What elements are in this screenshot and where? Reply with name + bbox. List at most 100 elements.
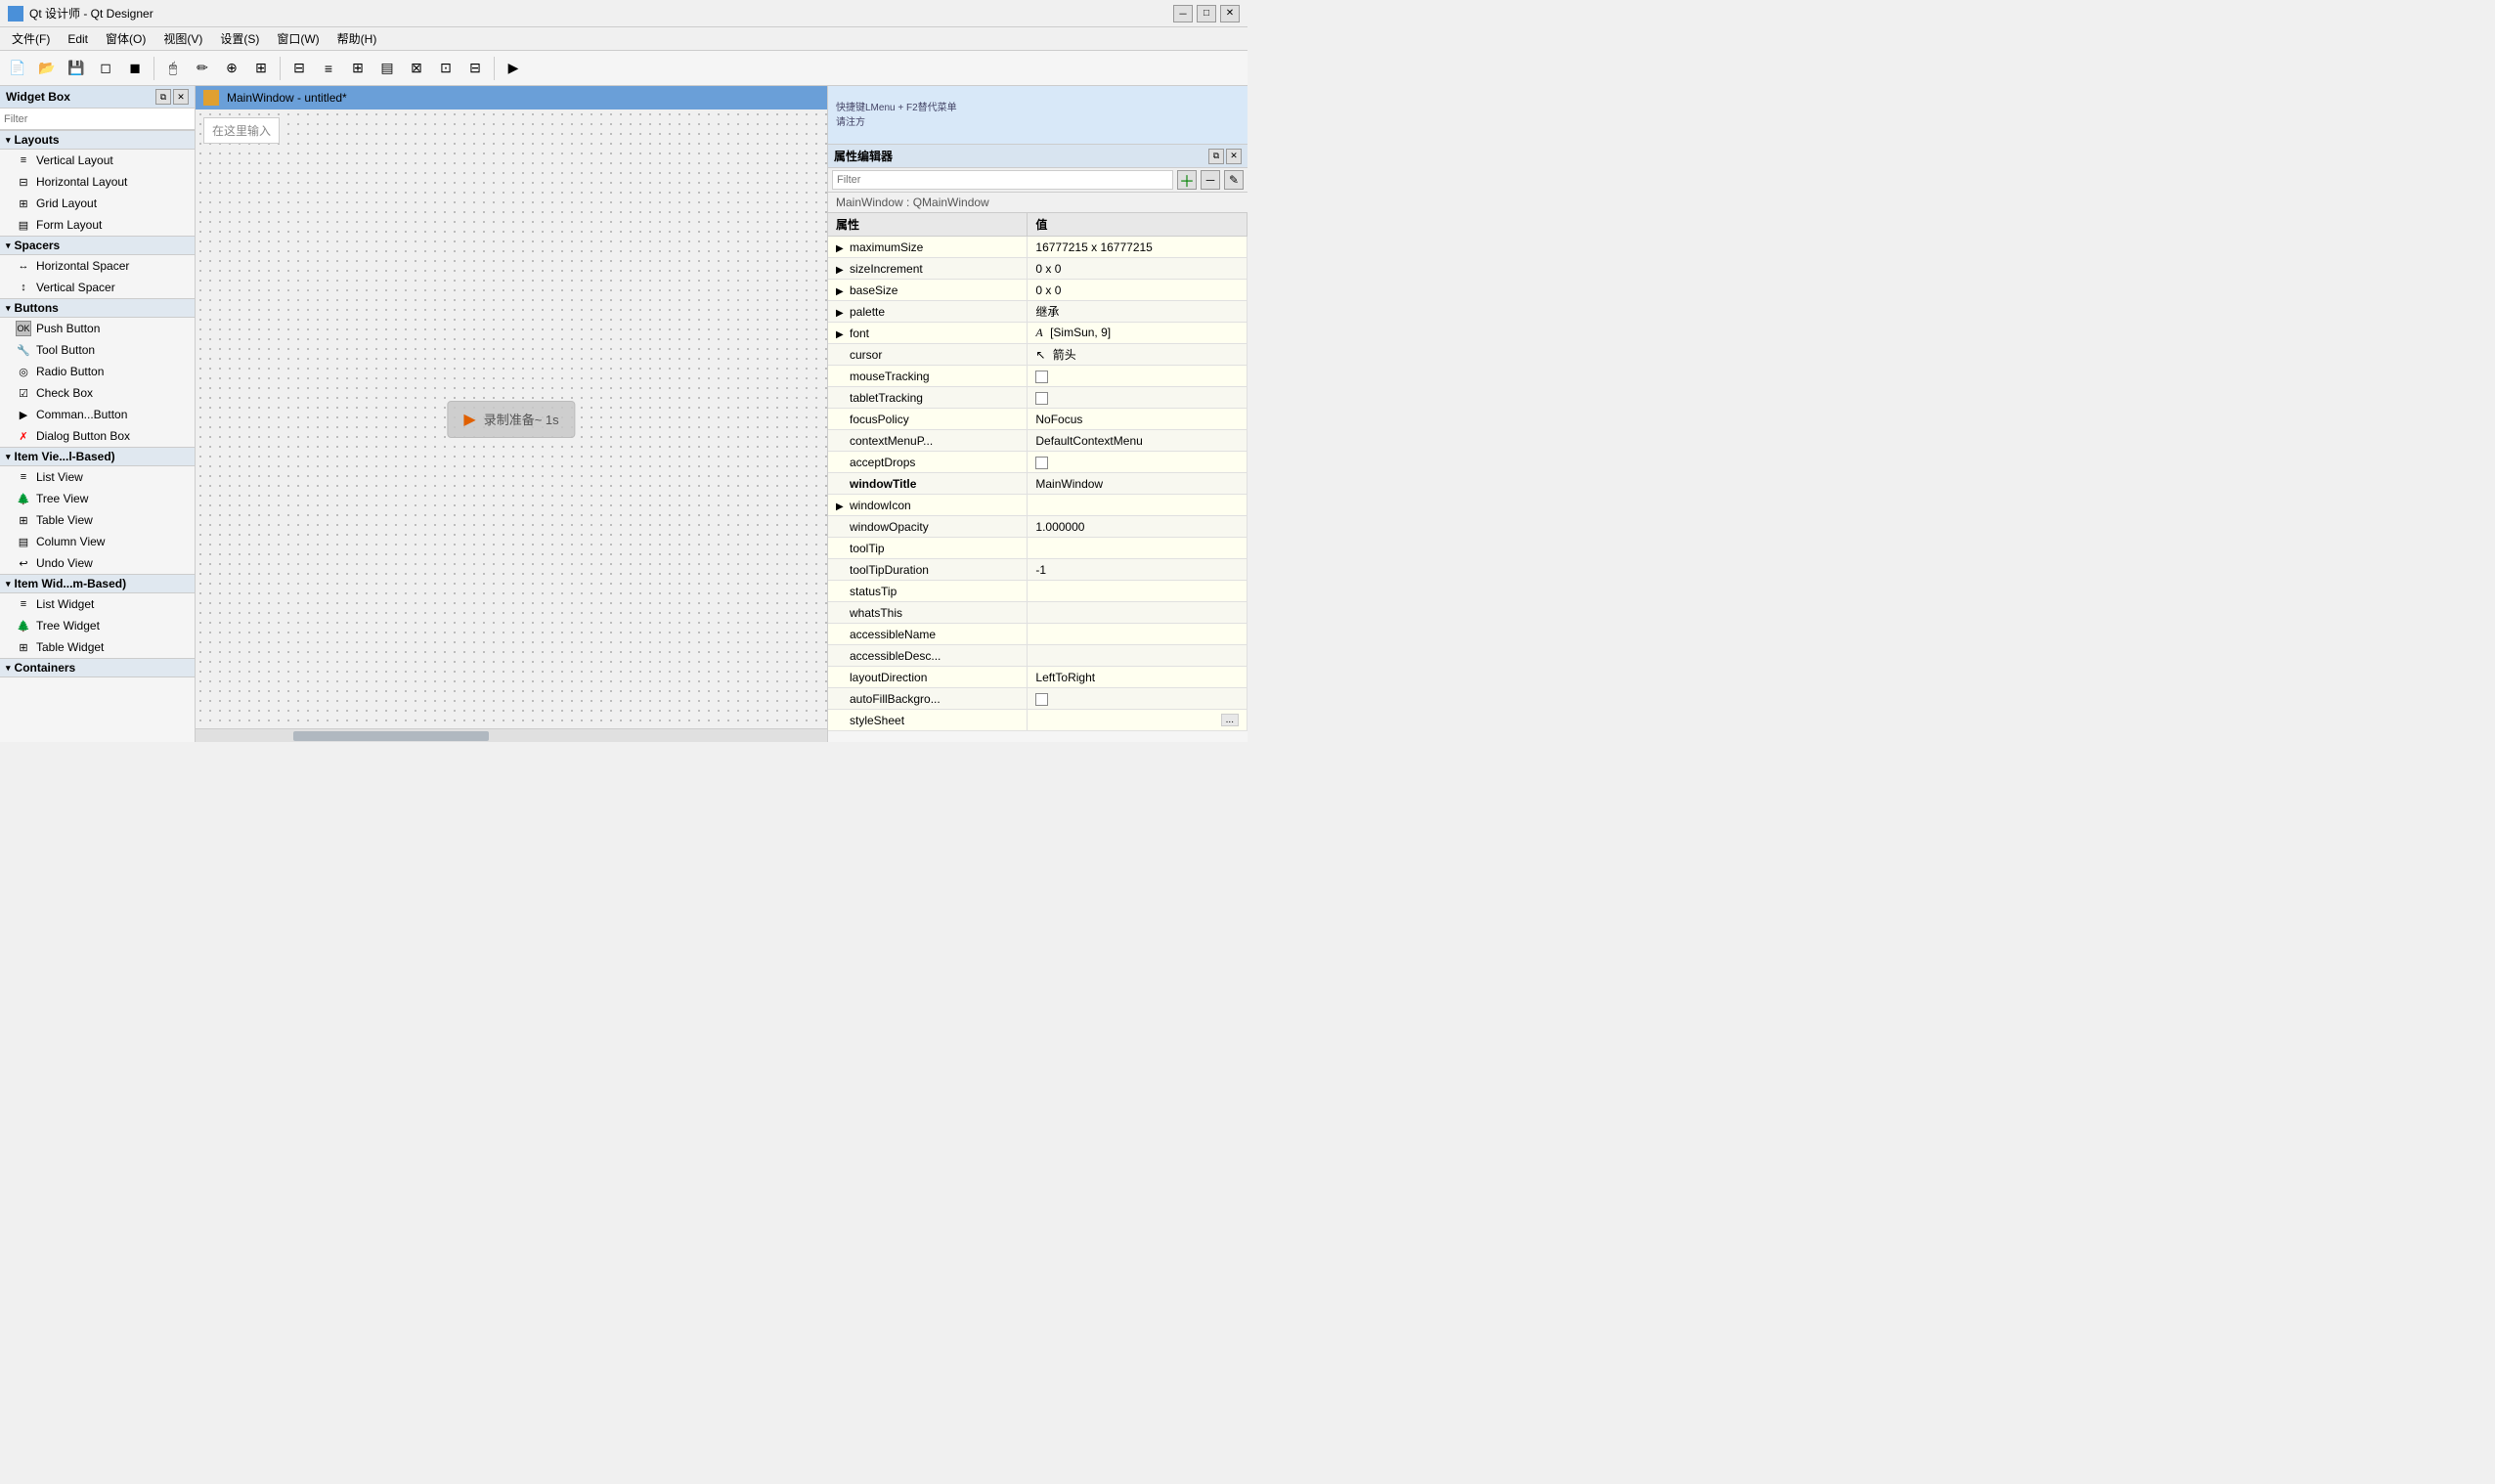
widget-tree-view[interactable]: 🌲 Tree View xyxy=(0,488,195,509)
prop-value-20[interactable]: LeftToRight xyxy=(1028,667,1248,688)
prop-value-19[interactable] xyxy=(1028,645,1248,667)
toolbar-mode2[interactable]: ✏ xyxy=(189,55,216,82)
widget-table-widget[interactable]: ⊞ Table Widget xyxy=(0,636,195,658)
prop-name-4[interactable]: ▶font xyxy=(828,323,1028,344)
prop-name-22[interactable]: styleSheet xyxy=(828,710,1028,731)
prop-remove-btn[interactable]: － xyxy=(1201,170,1220,190)
section-spacers[interactable]: ▾ Spacers xyxy=(0,236,195,255)
menu-file[interactable]: 文件(F) xyxy=(4,28,58,49)
prop-value-12[interactable] xyxy=(1028,495,1248,516)
prop-name-0[interactable]: ▶maximumSize xyxy=(828,237,1028,258)
toolbar-preview[interactable]: ▶ xyxy=(500,55,527,82)
menu-settings[interactable]: 设置(S) xyxy=(212,28,267,49)
toolbar-btn5[interactable]: ◼ xyxy=(121,55,149,82)
layout-v[interactable]: ≡ xyxy=(315,55,342,82)
widget-command-button[interactable]: ▶ Comman...Button xyxy=(0,404,195,425)
open-button[interactable]: 📂 xyxy=(33,55,61,82)
prop-name-3[interactable]: ▶palette xyxy=(828,301,1028,323)
prop-float-btn[interactable]: ⧉ xyxy=(1208,149,1224,164)
prop-value-21[interactable] xyxy=(1028,688,1248,710)
prop-name-6[interactable]: mouseTracking xyxy=(828,366,1028,387)
prop-name-9[interactable]: contextMenuP... xyxy=(828,430,1028,452)
widget-tree-widget[interactable]: 🌲 Tree Widget xyxy=(0,615,195,636)
canvas-dots[interactable]: 在这里输入 ▶ 录制准备~ 1s xyxy=(196,109,827,728)
close-button[interactable]: ✕ xyxy=(1220,5,1240,22)
widget-box-float-btn[interactable]: ⧉ xyxy=(155,89,171,105)
prop-value-5[interactable]: ↖ 箭头 xyxy=(1028,344,1248,366)
widget-push-button[interactable]: OK Push Button xyxy=(0,318,195,339)
prop-name-15[interactable]: toolTipDuration xyxy=(828,559,1028,581)
prop-value-14[interactable] xyxy=(1028,538,1248,559)
prop-name-11[interactable]: windowTitle xyxy=(828,473,1028,495)
prop-name-16[interactable]: statusTip xyxy=(828,581,1028,602)
prop-value-15[interactable]: -1 xyxy=(1028,559,1248,581)
layout-more[interactable]: ⊟ xyxy=(461,55,489,82)
prop-name-1[interactable]: ▶sizeIncrement xyxy=(828,258,1028,280)
canvas-scrollbar-h[interactable] xyxy=(196,728,827,742)
prop-name-5[interactable]: cursor xyxy=(828,344,1028,366)
widget-v-spacer[interactable]: ↕ Vertical Spacer xyxy=(0,277,195,298)
menu-view[interactable]: 视图(V) xyxy=(155,28,210,49)
layout-h[interactable]: ⊟ xyxy=(285,55,313,82)
widget-undo-view[interactable]: ↩ Undo View xyxy=(0,552,195,574)
prop-value-1[interactable]: 0 x 0 xyxy=(1028,258,1248,280)
layout-g[interactable]: ⊞ xyxy=(344,55,372,82)
widget-radio-button[interactable]: ◎ Radio Button xyxy=(0,361,195,382)
toolbar-mode4[interactable]: ⊞ xyxy=(247,55,275,82)
widget-tool-button[interactable]: 🔧 Tool Button xyxy=(0,339,195,361)
widget-vertical-layout[interactable]: ≡ Vertical Layout xyxy=(0,150,195,171)
widget-grid-layout[interactable]: ⊞ Grid Layout xyxy=(0,193,195,214)
layout-adjust[interactable]: ⊡ xyxy=(432,55,460,82)
widget-check-box[interactable]: ☑ Check Box xyxy=(0,382,195,404)
toolbar-mode1[interactable]: 🖱 xyxy=(159,55,187,82)
prop-more-btn[interactable]: ✎ xyxy=(1224,170,1244,190)
prop-value-3[interactable]: 继承 xyxy=(1028,301,1248,323)
prop-name-13[interactable]: windowOpacity xyxy=(828,516,1028,538)
prop-name-8[interactable]: focusPolicy xyxy=(828,409,1028,430)
canvas-input-area[interactable]: 在这里输入 xyxy=(203,117,280,144)
prop-name-10[interactable]: acceptDrops xyxy=(828,452,1028,473)
canvas-scrollbar-thumb[interactable] xyxy=(293,731,489,741)
minimize-button[interactable]: － xyxy=(1173,5,1193,22)
menu-windows[interactable]: 窗口(W) xyxy=(269,28,327,49)
menu-help[interactable]: 帮助(H) xyxy=(329,28,385,49)
prop-name-20[interactable]: layoutDirection xyxy=(828,667,1028,688)
prop-name-14[interactable]: toolTip xyxy=(828,538,1028,559)
prop-name-7[interactable]: tabletTracking xyxy=(828,387,1028,409)
prop-filter-input[interactable] xyxy=(832,170,1173,190)
toolbar-mode3[interactable]: ⊕ xyxy=(218,55,245,82)
prop-value-8[interactable]: NoFocus xyxy=(1028,409,1248,430)
save-button[interactable]: 💾 xyxy=(63,55,90,82)
widget-dialog-button-box[interactable]: ✗ Dialog Button Box xyxy=(0,425,195,447)
layout-break[interactable]: ⊠ xyxy=(403,55,430,82)
toolbar-btn4[interactable]: ◻ xyxy=(92,55,119,82)
canvas-body[interactable]: 在这里输入 ▶ 录制准备~ 1s xyxy=(196,109,827,728)
prop-value-18[interactable] xyxy=(1028,624,1248,645)
prop-value-11[interactable]: MainWindow xyxy=(1028,473,1248,495)
prop-value-9[interactable]: DefaultContextMenu xyxy=(1028,430,1248,452)
layout-f[interactable]: ▤ xyxy=(373,55,401,82)
section-containers[interactable]: ▾ Containers xyxy=(0,658,195,677)
maximize-button[interactable]: □ xyxy=(1197,5,1216,22)
prop-value-22[interactable]: ... xyxy=(1028,710,1248,731)
menu-window[interactable]: 窗体(O) xyxy=(98,28,153,49)
prop-value-16[interactable] xyxy=(1028,581,1248,602)
widget-table-view[interactable]: ⊞ Table View xyxy=(0,509,195,531)
prop-add-btn[interactable]: ＋ xyxy=(1177,170,1197,190)
section-item-widgets[interactable]: ▾ Item Wid...m-Based) xyxy=(0,574,195,593)
section-layouts[interactable]: ▾ Layouts xyxy=(0,130,195,150)
widget-column-view[interactable]: ▤ Column View xyxy=(0,531,195,552)
widget-h-spacer[interactable]: ↔ Horizontal Spacer xyxy=(0,255,195,277)
prop-name-18[interactable]: accessibleName xyxy=(828,624,1028,645)
section-buttons[interactable]: ▾ Buttons xyxy=(0,298,195,318)
prop-name-12[interactable]: ▶windowIcon xyxy=(828,495,1028,516)
prop-value-0[interactable]: 16777215 x 16777215 xyxy=(1028,237,1248,258)
section-item-views[interactable]: ▾ Item Vie...l-Based) xyxy=(0,447,195,466)
prop-value-17[interactable] xyxy=(1028,602,1248,624)
widget-list-widget[interactable]: ≡ List Widget xyxy=(0,593,195,615)
widget-horizontal-layout[interactable]: ⊟ Horizontal Layout xyxy=(0,171,195,193)
prop-value-7[interactable] xyxy=(1028,387,1248,409)
prop-value-13[interactable]: 1.000000 xyxy=(1028,516,1248,538)
prop-value-6[interactable] xyxy=(1028,366,1248,387)
prop-close-btn[interactable]: ✕ xyxy=(1226,149,1242,164)
